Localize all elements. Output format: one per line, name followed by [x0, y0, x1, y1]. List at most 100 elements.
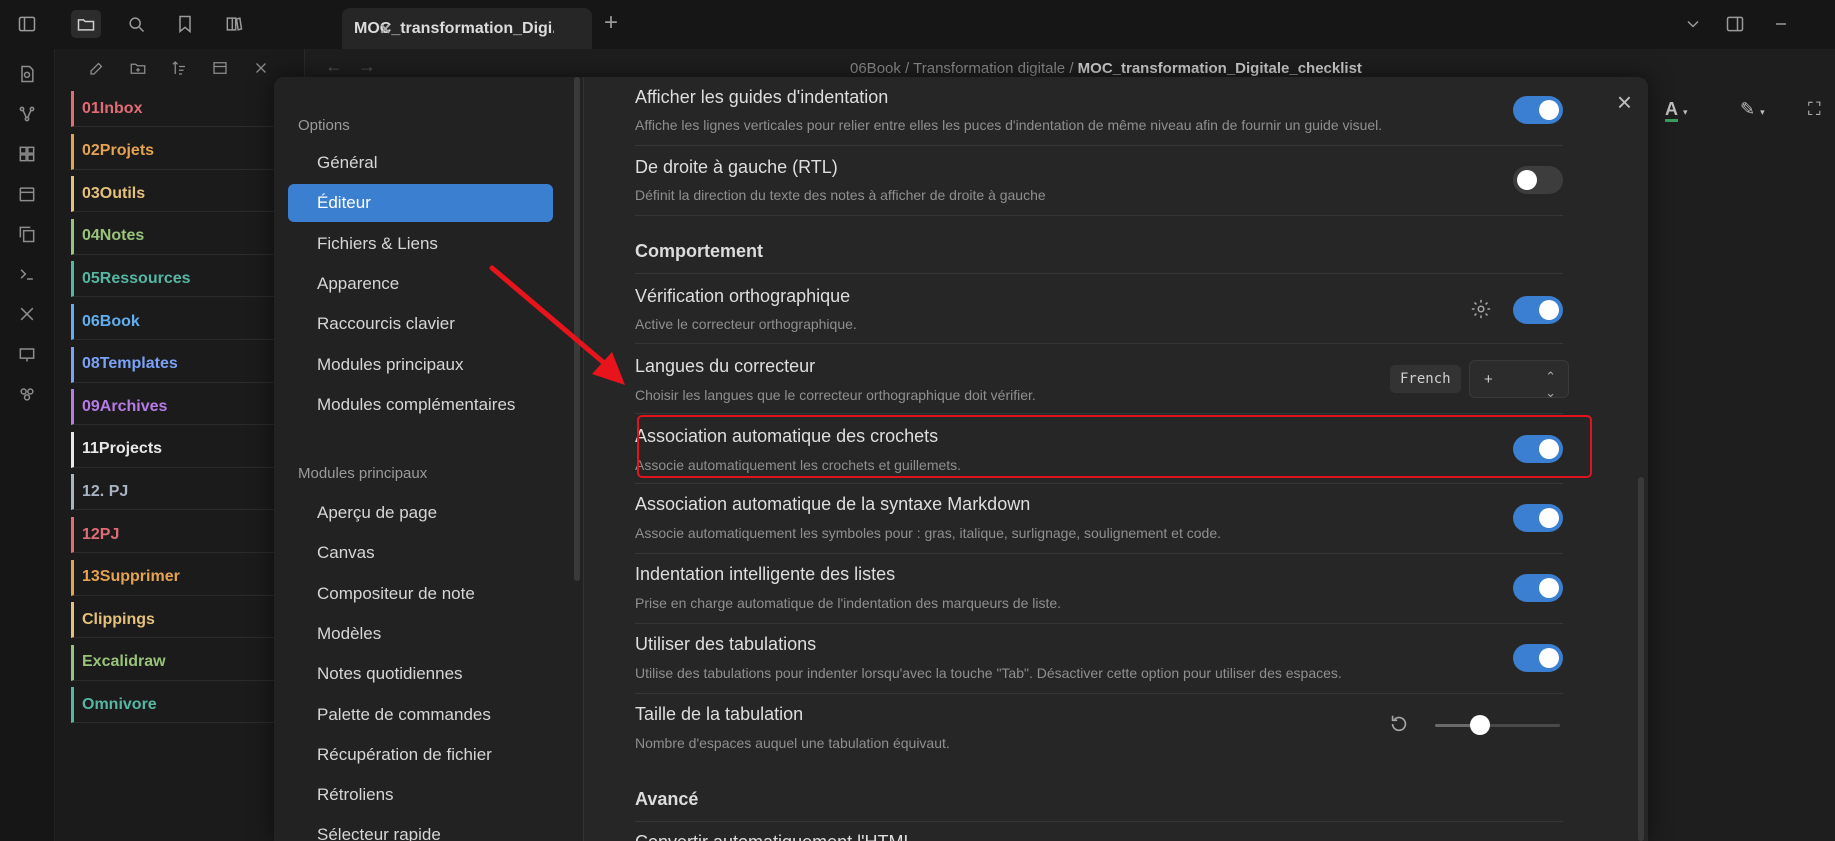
- chevron-updown-icon: ⌃ ⌄: [1545, 369, 1556, 400]
- graph-icon[interactable]: [14, 101, 40, 127]
- bookmark-icon[interactable]: [170, 10, 200, 38]
- folder-item[interactable]: 02Projets: [71, 133, 305, 170]
- folder-item[interactable]: Excalidraw: [71, 644, 305, 681]
- folder-item[interactable]: 12PJ: [71, 517, 305, 553]
- use-tabs-toggle[interactable]: [1513, 644, 1563, 672]
- section-behaviour: Comportement: [635, 241, 764, 261]
- sidebar-toggle-icon[interactable]: [12, 10, 42, 38]
- sidebar-plugin-item[interactable]: Modèles: [288, 615, 553, 653]
- folder-item[interactable]: 08Templates: [71, 346, 305, 383]
- sidebar-plugin-item[interactable]: Palette de commandes: [288, 696, 553, 734]
- add-language-dropdown[interactable]: + ⌃ ⌄: [1469, 360, 1569, 400]
- file-search-icon[interactable]: [14, 61, 40, 87]
- folder-item[interactable]: 03Outils: [71, 176, 305, 213]
- language-chip[interactable]: French: [1390, 365, 1461, 393]
- setting-name: Utiliser des tabulations: [635, 634, 817, 654]
- new-folder-icon[interactable]: [125, 57, 151, 79]
- smart-indent-toggle[interactable]: [1513, 574, 1563, 602]
- close-tab-icon[interactable]: ×: [380, 19, 580, 40]
- sidebar-option-item[interactable]: Fichiers & Liens: [288, 225, 553, 263]
- sidebar-plugin-item[interactable]: Récupération de fichier: [288, 736, 553, 774]
- terminal-icon[interactable]: [14, 261, 40, 287]
- folder-item[interactable]: 04Notes: [71, 218, 305, 255]
- folder-item[interactable]: 05Ressources: [71, 261, 305, 298]
- book-icon[interactable]: [219, 10, 249, 38]
- setting-indent-guides: Afficher les guides d'indentation Affich…: [635, 77, 1563, 146]
- new-tab-icon[interactable]: +: [604, 11, 618, 35]
- sort-icon[interactable]: [166, 57, 192, 79]
- setting-name: Convertir automatiquement l'HTML: [635, 832, 914, 841]
- folder-item[interactable]: 13Supprimer: [71, 559, 305, 596]
- sidebar-plugin-item[interactable]: Canvas: [288, 534, 553, 572]
- setting-desc: Prise en charge automatique de l'indenta…: [635, 595, 1062, 611]
- folder-icon[interactable]: [71, 10, 101, 38]
- chevron-down-icon[interactable]: [1678, 10, 1708, 38]
- setting-auto-markdown: Association automatique de la syntaxe Ma…: [635, 484, 1563, 554]
- slides-icon[interactable]: [14, 341, 40, 367]
- content-scrollbar[interactable]: [1638, 477, 1644, 841]
- plugins-icon[interactable]: [14, 381, 40, 407]
- note-tab[interactable]: MOC_transformation_Digi... ×: [342, 8, 592, 49]
- minimize-icon[interactable]: [1766, 10, 1796, 38]
- search-icon[interactable]: [121, 10, 151, 38]
- breadcrumb-part[interactable]: 06Book: [850, 60, 901, 77]
- setting-smart-indent: Indentation intelligente des listes Pris…: [635, 554, 1563, 624]
- options-heading: Options: [298, 117, 350, 134]
- collapse-icon[interactable]: [207, 57, 233, 79]
- setting-spellcheck: Vérification orthographique Active le co…: [635, 274, 1563, 344]
- sidebar-option-item[interactable]: Apparence: [288, 265, 553, 303]
- rtl-toggle[interactable]: [1513, 166, 1563, 194]
- new-note-icon[interactable]: [84, 57, 110, 79]
- right-sidebar-icon[interactable]: [1720, 10, 1750, 38]
- reset-icon[interactable]: [1388, 713, 1410, 740]
- setting-desc: Définit la direction du texte des notes …: [635, 187, 1046, 203]
- title-bar: MOC_transformation_Digi... × +: [0, 0, 1835, 49]
- setting-desc: Utilise des tabulations pour indenter lo…: [635, 665, 1342, 681]
- close-modal-icon[interactable]: ×: [1617, 87, 1632, 118]
- folder-item[interactable]: Omnivore: [71, 687, 305, 724]
- sidebar-plugin-item[interactable]: Sélecteur rapide: [288, 816, 553, 841]
- setting-desc: Active le correcteur orthographique.: [635, 316, 857, 332]
- setting-name: Vérification orthographique: [635, 286, 851, 306]
- setting-rtl: De droite à gauche (RTL) Définit la dire…: [635, 146, 1563, 216]
- grid-icon[interactable]: [14, 141, 40, 167]
- folder-item[interactable]: Clippings: [71, 602, 305, 639]
- section-advanced: Avancé: [635, 789, 699, 809]
- close-icon[interactable]: [248, 57, 274, 79]
- auto-markdown-toggle[interactable]: [1513, 504, 1563, 532]
- sidebar-plugin-item[interactable]: Aperçu de page: [288, 494, 553, 532]
- excalidraw-icon[interactable]: [14, 301, 40, 327]
- folder-item[interactable]: 11Projects: [71, 431, 305, 468]
- setting-desc: Affiche les lignes verticales pour relie…: [635, 117, 1383, 133]
- gear-icon[interactable]: [1470, 298, 1492, 325]
- divider: [635, 821, 1563, 822]
- folder-item[interactable]: 12. PJ: [71, 474, 305, 511]
- setting-name: Afficher les guides d'indentation: [635, 87, 889, 107]
- text-color-icon[interactable]: A ▾: [1665, 99, 1688, 122]
- nav-arrows[interactable]: ← →: [325, 56, 376, 77]
- indent-guides-toggle[interactable]: [1513, 96, 1563, 124]
- copy-icon[interactable]: [14, 221, 40, 247]
- sidebar-plugin-item[interactable]: Notes quotidiennes: [288, 655, 553, 693]
- settings-sidebar: Options Général Éditeur Fichiers & Liens Ap…: [274, 77, 584, 841]
- sidebar-plugin-item[interactable]: Rétroliens: [288, 776, 553, 814]
- sidebar-option-item[interactable]: Raccourcis clavier: [288, 305, 553, 343]
- sidebar-option-item[interactable]: Modules complémentaires: [288, 386, 553, 424]
- folder-item[interactable]: 01Inbox: [71, 91, 305, 127]
- highlight-icon[interactable]: ✎ ▾: [1740, 99, 1765, 120]
- spellcheck-toggle[interactable]: [1513, 296, 1563, 324]
- ribbon: [0, 49, 55, 841]
- sidebar-plugin-item[interactable]: Compositeur de note: [288, 575, 553, 613]
- calendar-icon[interactable]: [14, 181, 40, 207]
- slider-thumb[interactable]: [1470, 715, 1490, 735]
- sidebar-option-item[interactable]: Modules principaux: [288, 346, 553, 384]
- setting-use-tabs: Utiliser des tabulations Utilise des tab…: [635, 624, 1563, 694]
- folder-item[interactable]: 09Archives: [71, 389, 305, 426]
- tab-size-slider[interactable]: [1435, 715, 1560, 735]
- sidebar-scrollbar[interactable]: [574, 77, 580, 581]
- folder-item[interactable]: 06Book: [71, 304, 305, 340]
- sidebar-option-item[interactable]: Éditeur: [288, 184, 553, 223]
- sidebar-option-item[interactable]: Général: [288, 144, 553, 182]
- fullscreen-icon[interactable]: ⛶: [1808, 99, 1821, 120]
- breadcrumb-part[interactable]: Transformation digitale: [913, 60, 1065, 77]
